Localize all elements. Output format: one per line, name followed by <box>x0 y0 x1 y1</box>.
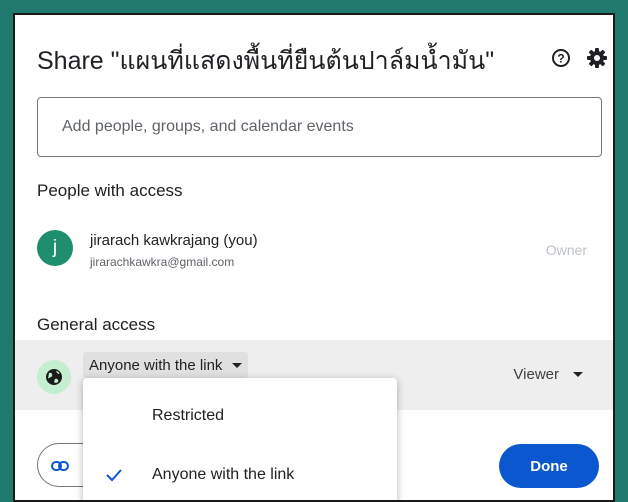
globe-icon <box>37 360 71 394</box>
user-name: jirarach kawkrajang (you) <box>90 232 258 249</box>
menu-item-anyone-with-link[interactable]: Anyone with the link <box>83 450 397 500</box>
menu-item-label: Anyone with the link <box>152 466 295 483</box>
checkmark-icon <box>105 466 123 489</box>
svg-text:?: ? <box>557 52 564 66</box>
share-dialog: Share "แผนที่แสดงพื้นที่ยืนต้นปาล์มน้ำมั… <box>13 13 615 502</box>
caret-down-icon <box>573 372 583 377</box>
menu-item-restricted[interactable]: Restricted <box>83 391 397 441</box>
user-email: jirarachkawkra@gmail.com <box>90 255 235 269</box>
general-access-dropdown[interactable]: Anyone with the link <box>83 352 249 378</box>
link-icon <box>50 456 70 481</box>
general-access-menu: Restricted Anyone with the link <box>83 378 397 500</box>
gear-icon[interactable] <box>584 45 610 71</box>
people-with-access-heading: People with access <box>37 181 183 200</box>
menu-item-label: Restricted <box>152 407 225 424</box>
dialog-title: Share "แผนที่แสดงพื้นที่ยืนต้นปาล์มน้ำมั… <box>37 47 495 75</box>
general-access-heading: General access <box>37 315 156 334</box>
viewer-role-label: Viewer <box>513 366 559 383</box>
caret-down-icon <box>232 362 243 368</box>
add-people-input[interactable] <box>38 98 601 156</box>
add-people-field[interactable] <box>37 97 602 157</box>
general-access-selected: Anyone with the link <box>89 356 223 374</box>
help-circle-icon[interactable]: ? <box>548 45 574 71</box>
owner-role-label: Owner <box>545 242 587 258</box>
viewer-role-dropdown[interactable]: Viewer <box>513 366 583 383</box>
avatar: j <box>37 230 73 266</box>
done-button[interactable]: Done <box>499 444 599 488</box>
